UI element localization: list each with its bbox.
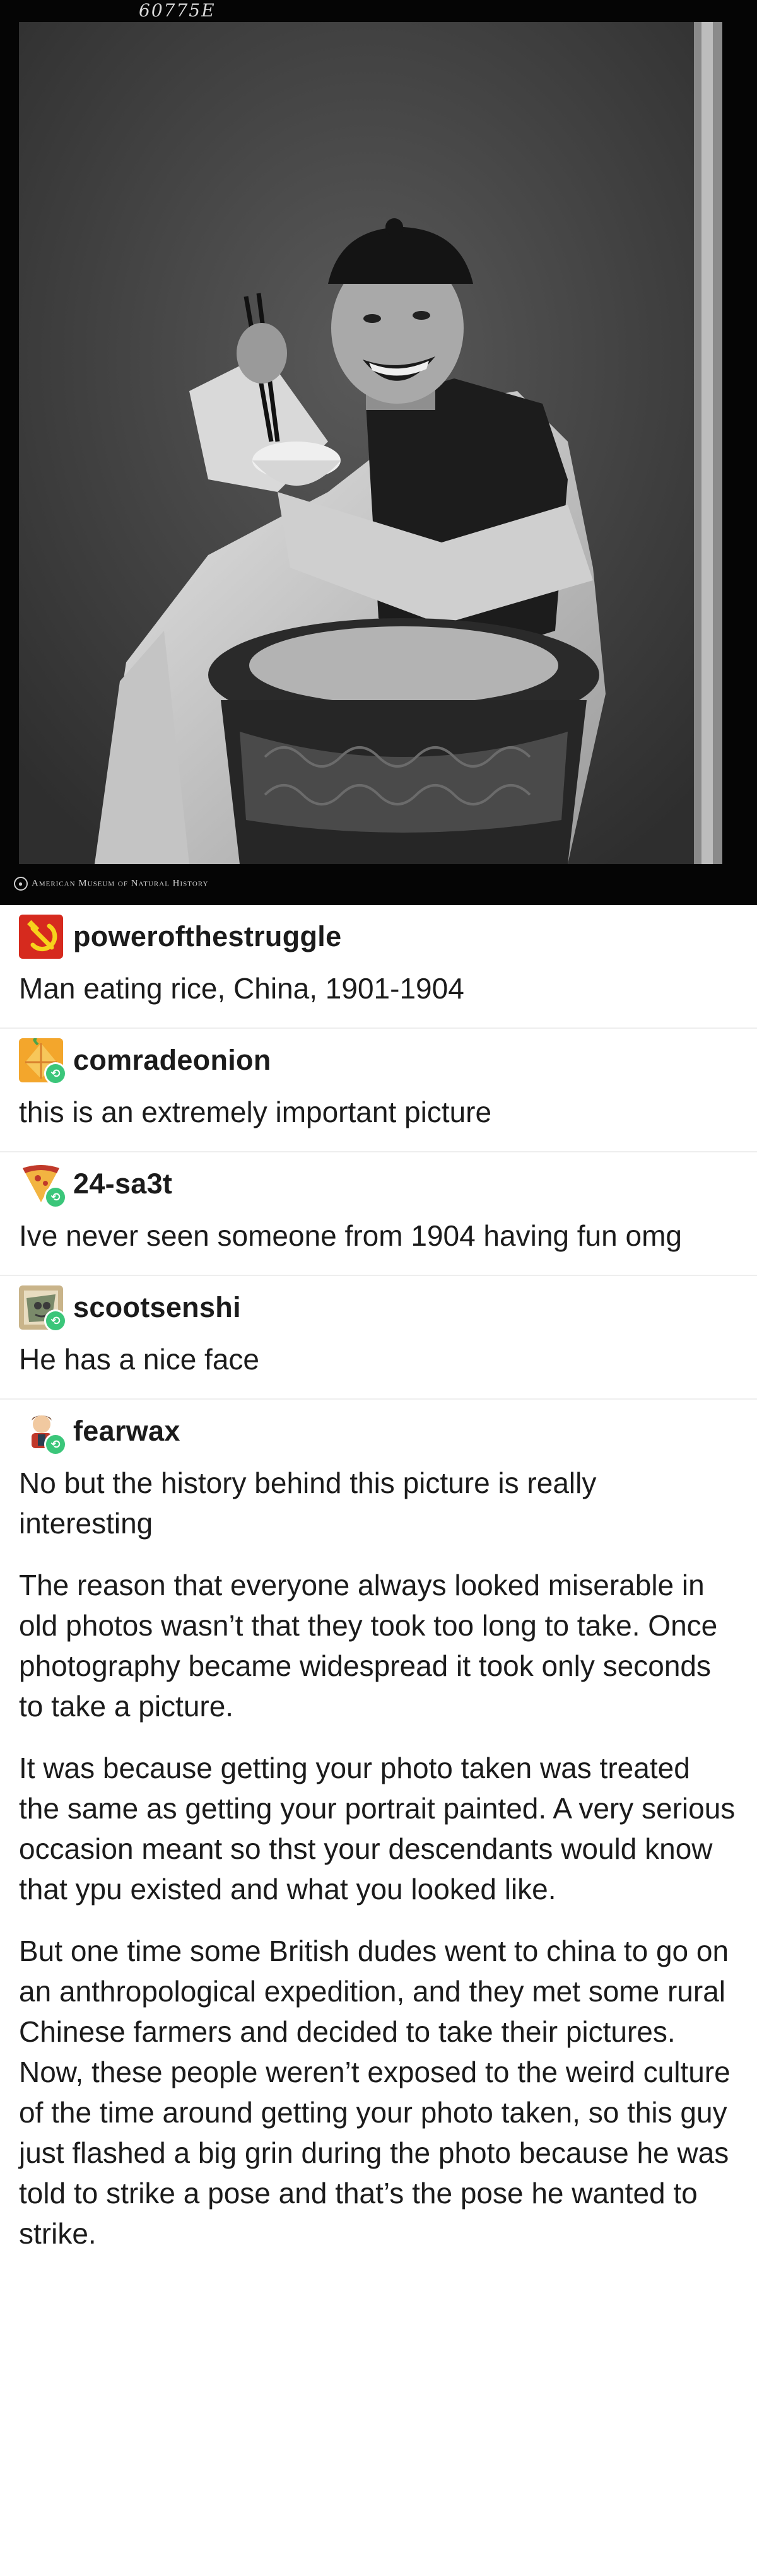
post-body: He has a nice face — [19, 1339, 738, 1398]
photo-credit-text: American Museum of Natural History — [32, 878, 209, 889]
post-text: The reason that everyone always looked m… — [19, 1569, 718, 1723]
post-text: Ive never seen someone from 1904 having … — [19, 1219, 682, 1252]
username[interactable]: 24-sa3t — [73, 1168, 172, 1200]
post-header: ⟲ fearwax — [19, 1400, 738, 1463]
post-text: He has a nice face — [19, 1343, 260, 1376]
post-header: ⟲ 24-sa3t — [19, 1152, 738, 1215]
post-scootsenshi: ⟲ scootsenshi He has a nice face — [0, 1276, 757, 1400]
post-text: Man eating rice, China, 1901-1904 — [19, 972, 464, 1005]
reblog-thread: powerofthestruggle Man eating rice, Chin… — [0, 905, 757, 2273]
post-text: It was because getting your photo taken … — [19, 1752, 736, 1906]
avatar[interactable]: ⟲ — [19, 1409, 67, 1456]
post-text: this is an extremely important picture — [19, 1096, 492, 1128]
photo-credit: ● American Museum of Natural History — [14, 877, 208, 891]
post-text: But one time some British dudes went to … — [19, 1935, 731, 2250]
post-header: ⟲ comradeonion — [19, 1029, 738, 1092]
post-body: Man eating rice, China, 1901-1904 — [19, 968, 738, 1027]
post-powerofthestruggle: powerofthestruggle Man eating rice, Chin… — [0, 905, 757, 1029]
post-comradeonion: ⟲ comradeonion this is an extremely impo… — [0, 1029, 757, 1152]
username[interactable]: powerofthestruggle — [73, 920, 341, 953]
avatar[interactable] — [19, 915, 63, 959]
photo-image — [0, 0, 757, 905]
historic-photo: 60775E ● American Museum of Natural Histo… — [0, 0, 757, 905]
post-body: Ive never seen someone from 1904 having … — [19, 1215, 738, 1275]
avatar[interactable]: ⟲ — [19, 1285, 67, 1332]
post-header: ⟲ scootsenshi — [19, 1276, 738, 1339]
hammer-sickle-icon — [19, 915, 63, 959]
username[interactable]: comradeonion — [73, 1044, 271, 1077]
post-body: this is an extremely important picture — [19, 1092, 738, 1151]
post-24-sa3t: ⟲ 24-sa3t Ive never seen someone from 19… — [0, 1152, 757, 1276]
username[interactable]: fearwax — [73, 1415, 180, 1448]
reblog-icon: ⟲ — [44, 1433, 67, 1456]
photo-inscription: 60775E — [139, 0, 216, 21]
username[interactable]: scootsenshi — [73, 1291, 241, 1324]
post-header: powerofthestruggle — [19, 905, 738, 968]
museum-logo-icon: ● — [14, 877, 28, 891]
post-body: No but the history behind this picture i… — [19, 1463, 738, 2273]
reblog-icon: ⟲ — [44, 1186, 67, 1209]
avatar[interactable]: ⟲ — [19, 1162, 67, 1209]
reblog-icon: ⟲ — [44, 1309, 67, 1332]
post-fearwax: ⟲ fearwax No but the history behind this… — [0, 1400, 757, 2273]
avatar[interactable]: ⟲ — [19, 1038, 67, 1085]
post-text: No but the history behind this picture i… — [19, 1467, 597, 1540]
reblog-icon: ⟲ — [44, 1062, 67, 1085]
